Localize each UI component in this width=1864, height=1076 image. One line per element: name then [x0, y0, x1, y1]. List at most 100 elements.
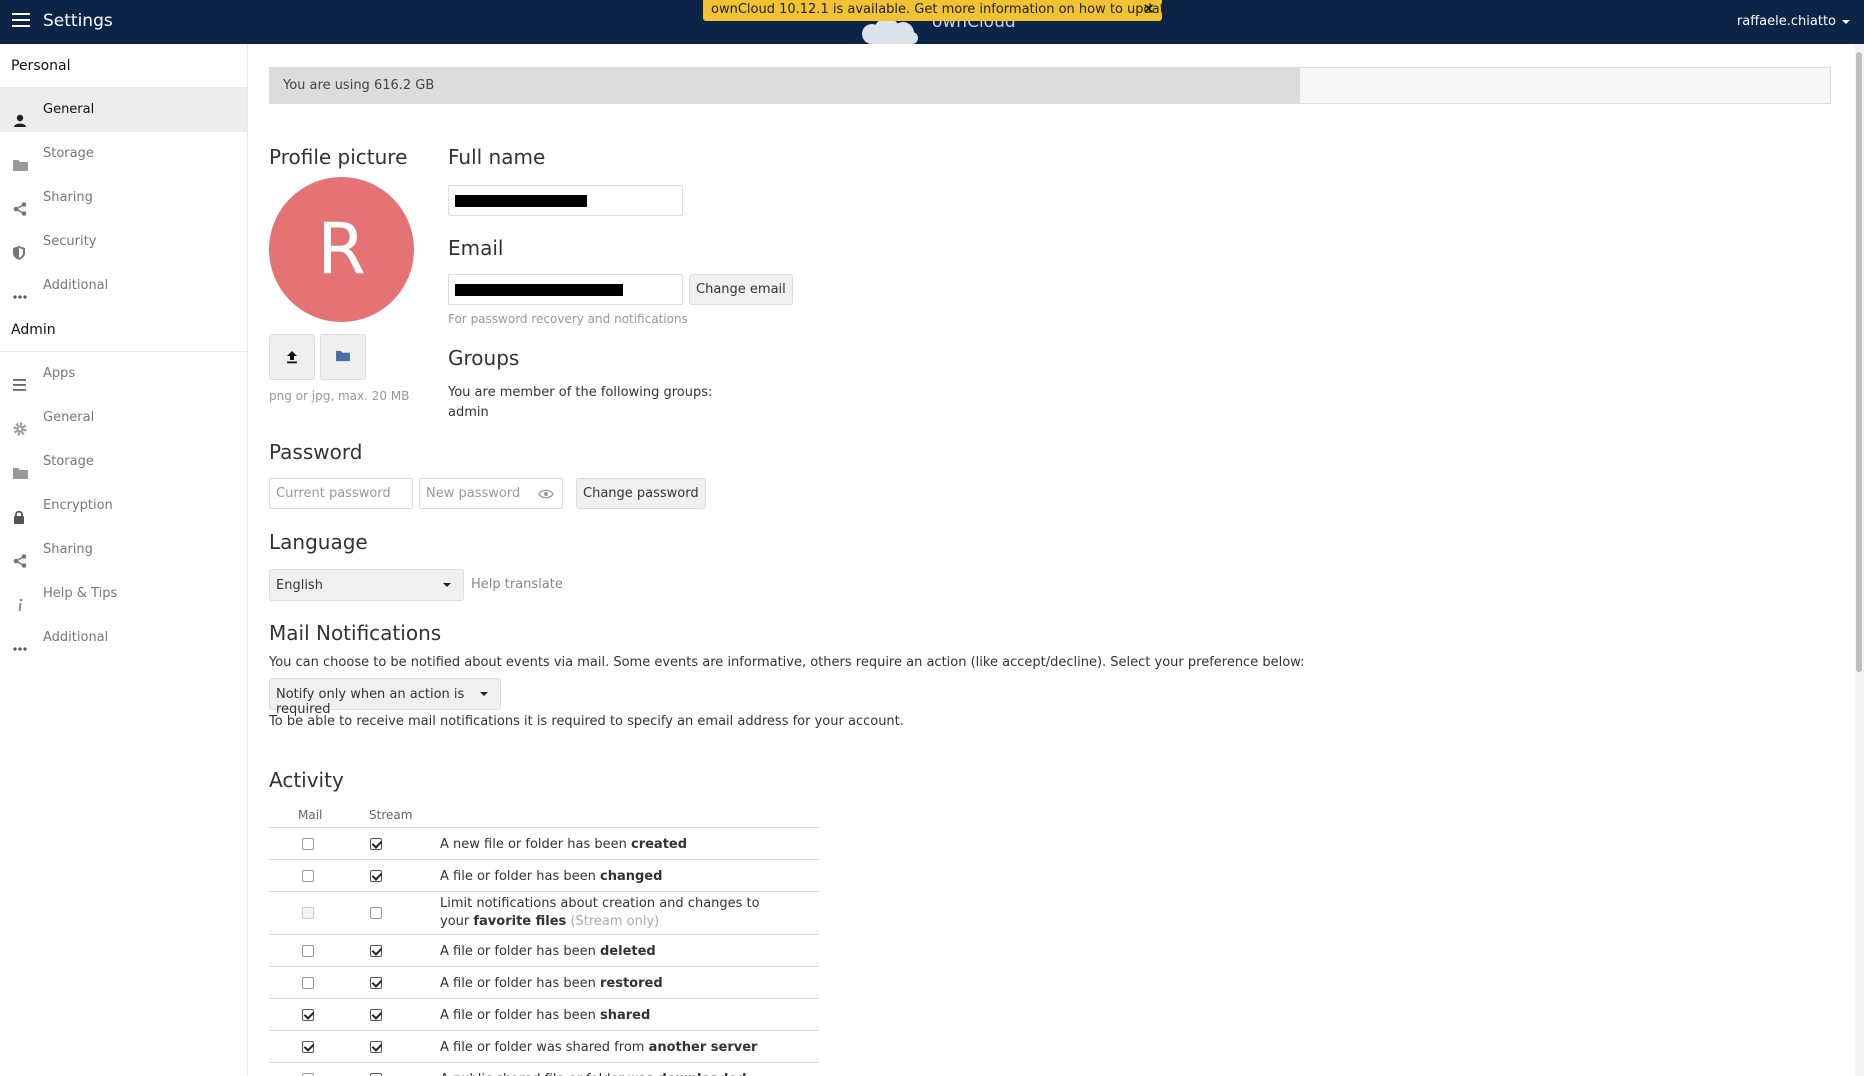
scrollbar-thumb[interactable]	[1856, 52, 1862, 672]
mail-notifications-note: To be able to receive mail notifications…	[269, 714, 904, 729]
activity-label-emphasis: another server	[648, 1040, 758, 1055]
stream-checkbox[interactable]	[370, 1041, 382, 1053]
lock-icon	[13, 499, 29, 524]
sidebar-item-admin-sharing[interactable]: Sharing	[0, 528, 247, 572]
activity-label-text: A file or folder has been	[440, 944, 600, 959]
new-password-field[interactable]: New password	[419, 478, 563, 509]
activity-label-note: (Stream only)	[566, 914, 660, 929]
new-password-placeholder: New password	[426, 486, 521, 501]
hamburger-menu-icon[interactable]	[12, 13, 30, 29]
redacted-value	[455, 195, 587, 207]
close-icon[interactable]: ✕	[1142, 0, 1155, 18]
share-icon	[13, 543, 29, 568]
settings-sidebar: Personal General Storage Sharing Securit…	[0, 44, 248, 1076]
stream-checkbox[interactable]	[370, 838, 382, 850]
activity-table-header: Mail Stream	[269, 804, 819, 828]
profile-picture-title: Profile picture	[269, 145, 408, 169]
eye-icon[interactable]	[538, 489, 554, 499]
activity-label: A new file or folder has been created	[440, 836, 770, 854]
stream-checkbox[interactable]	[370, 945, 382, 957]
sidebar-item-admin-storage[interactable]: Storage	[0, 440, 247, 484]
mail-checkbox[interactable]	[302, 977, 314, 989]
activity-label-emphasis: restored	[600, 976, 663, 991]
sidebar-item-admin-apps[interactable]: Apps	[0, 352, 247, 396]
mail-checkbox[interactable]	[302, 945, 314, 957]
vertical-scrollbar[interactable]	[1855, 44, 1864, 1076]
chevron-down-icon	[480, 692, 488, 696]
sidebar-item-admin-additional[interactable]: Additional	[0, 616, 247, 660]
sidebar-item-label: Help & Tips	[43, 586, 118, 601]
activity-row: A public shared file or folder was downl…	[269, 1063, 819, 1076]
sidebar-item-label: Additional	[43, 278, 109, 293]
sidebar-item-label: General	[43, 102, 95, 117]
sidebar-item-personal-security[interactable]: Security	[0, 220, 247, 264]
mail-checkbox[interactable]	[302, 1009, 314, 1021]
folder-icon	[13, 147, 29, 171]
chevron-down-icon[interactable]	[1842, 20, 1850, 24]
sidebar-item-personal-storage[interactable]: Storage	[0, 132, 247, 176]
more-icon	[13, 279, 29, 299]
column-header-stream: Stream	[369, 808, 413, 822]
update-banner[interactable]: ownCloud 10.12.1 is available. Get more …	[703, 0, 1177, 21]
groups-text: You are member of the following groups:	[448, 385, 713, 400]
activity-row: A file or folder has been changed	[269, 860, 819, 892]
language-title: Language	[269, 530, 368, 554]
activity-label: A file or folder has been restored	[440, 975, 770, 993]
top-header: Settings ownCloud ownCloud 10.12.1 is av…	[0, 0, 1864, 44]
mail-checkbox[interactable]	[302, 1041, 314, 1053]
full-name-input[interactable]	[448, 185, 683, 216]
sidebar-item-admin-help[interactable]: Help & Tips	[0, 572, 247, 616]
current-password-field[interactable]: Current password	[269, 478, 413, 509]
activity-row: Limit notifications about creation and c…	[269, 892, 819, 935]
redacted-value	[455, 284, 623, 296]
section-title-personal: Personal	[0, 44, 247, 88]
stream-checkbox[interactable]	[370, 907, 382, 919]
activity-label: A file or folder has been changed	[440, 868, 770, 886]
sidebar-item-personal-additional[interactable]: Additional	[0, 264, 247, 308]
sidebar-item-admin-encryption[interactable]: Encryption	[0, 484, 247, 528]
email-hint: For password recovery and notifications	[448, 312, 688, 326]
help-translate-link[interactable]: Help translate	[471, 577, 563, 592]
user-menu[interactable]: raffaele.chiatto	[1737, 14, 1836, 29]
activity-label: Limit notifications about creation and c…	[440, 895, 770, 931]
activity-label-text: A file or folder has been	[440, 869, 600, 884]
change-email-button[interactable]: Change email	[689, 274, 793, 305]
activity-label-text: A file or folder has been	[440, 976, 600, 991]
mail-notifications-select[interactable]: Notify only when an action is required	[269, 678, 501, 717]
person-icon	[13, 103, 29, 127]
gear-icon	[13, 411, 29, 436]
activity-row: A file or folder was shared from another…	[269, 1031, 819, 1063]
avatar: R	[269, 177, 414, 322]
email-input[interactable]	[448, 274, 683, 305]
language-selected: English	[276, 578, 323, 593]
upload-button[interactable]	[269, 334, 315, 380]
share-icon	[13, 191, 29, 216]
sidebar-item-admin-general[interactable]: General	[0, 396, 247, 440]
mail-checkbox[interactable]	[302, 838, 314, 850]
activity-row: A file or folder has been restored	[269, 967, 819, 999]
sidebar-item-label: Apps	[43, 366, 76, 381]
mail-checkbox[interactable]	[302, 870, 314, 882]
stream-checkbox[interactable]	[370, 977, 382, 989]
activity-row: A file or folder has been shared	[269, 999, 819, 1031]
sidebar-item-label: Sharing	[43, 542, 93, 557]
shield-icon	[13, 235, 29, 260]
list-icon	[13, 367, 29, 391]
quota-text: You are using 616.2 GB	[283, 78, 435, 93]
choose-from-files-button[interactable]	[320, 334, 366, 380]
activity-label-emphasis: downloaded	[657, 1072, 746, 1076]
stream-checkbox[interactable]	[370, 870, 382, 882]
update-banner-text[interactable]: ownCloud 10.12.1 is available. Get more …	[711, 2, 1177, 17]
language-select[interactable]: English	[269, 569, 464, 601]
change-password-button[interactable]: Change password	[576, 478, 706, 509]
sidebar-item-personal-general[interactable]: General	[0, 88, 247, 132]
activity-rows: A new file or folder has been created A f…	[269, 828, 819, 1076]
activity-label-text: A public shared file or folder was	[440, 1072, 657, 1076]
activity-label-emphasis: shared	[600, 1008, 651, 1023]
folder-icon	[13, 455, 29, 479]
groups-value: admin	[448, 405, 489, 420]
quota-bar: You are using 616.2 GB	[269, 67, 1831, 104]
sidebar-item-personal-sharing[interactable]: Sharing	[0, 176, 247, 220]
stream-checkbox[interactable]	[370, 1009, 382, 1021]
groups-title: Groups	[448, 346, 520, 370]
